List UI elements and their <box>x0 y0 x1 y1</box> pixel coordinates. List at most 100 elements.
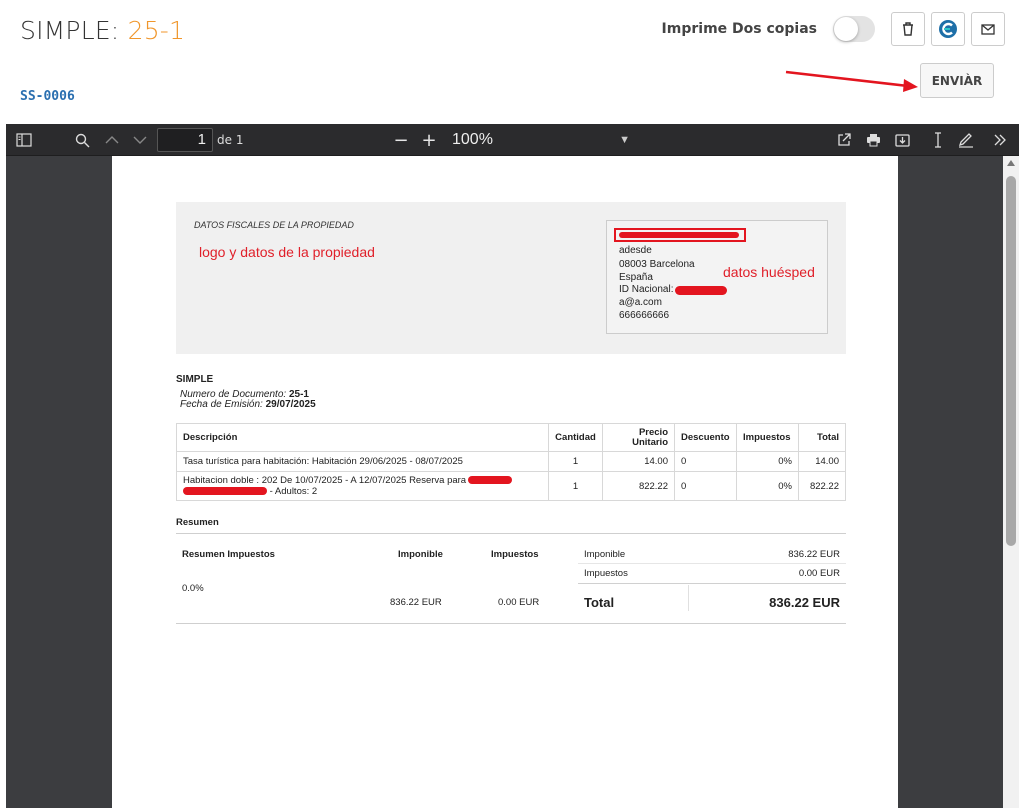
taxes-label: Impuestos <box>491 549 539 560</box>
row-unit-price: 822.22 <box>602 471 675 501</box>
fiscal-header-box: DATOS FISCALES DE LA PROPIEDAD logo y da… <box>176 202 846 354</box>
draw-tool-button[interactable] <box>954 124 978 156</box>
guest-annotation: datos huésped <box>723 264 815 280</box>
fiscal-title: DATOS FISCALES DE LA PROPIEDAD <box>194 220 354 230</box>
summary-row-divider <box>578 563 846 564</box>
print-copies-toggle[interactable] <box>833 16 875 42</box>
guest-phone: 666666666 <box>619 310 670 321</box>
delete-button[interactable] <box>891 12 925 46</box>
send-button[interactable]: ENVIÀR <box>920 63 994 98</box>
chevron-down-icon <box>133 136 147 144</box>
items-table: Descripción Cantidad Precio Unitario Desc… <box>176 423 846 501</box>
summary-divider <box>176 533 846 534</box>
printer-icon <box>866 134 880 147</box>
pen-icon <box>958 132 973 148</box>
double-chevron-right-icon <box>994 134 1006 146</box>
page-number-input[interactable]: 1 <box>157 128 213 152</box>
external-link-icon <box>838 133 851 146</box>
total-divider <box>578 583 846 584</box>
pdf-viewer: 1 de 1 − + 100% ▼ DATOS FISCALES DE LA P… <box>6 124 1019 808</box>
zoom-value: 100% <box>452 131 493 148</box>
issue-date: Fecha de Emisión: 29/07/2025 <box>180 399 316 410</box>
redaction-mark <box>675 286 727 295</box>
redaction-mark <box>468 476 513 485</box>
table-row: Tasa turística para habitación: Habitaci… <box>176 451 846 472</box>
print-copies-label: Imprime Dos copias <box>661 21 817 37</box>
pdf-viewport[interactable]: DATOS FISCALES DE LA PROPIEDAD logo y da… <box>6 156 1003 808</box>
open-external-button[interactable] <box>832 124 856 156</box>
email-button[interactable] <box>971 12 1005 46</box>
total-label: Total <box>584 595 615 610</box>
col-discount: Descuento <box>674 423 737 452</box>
text-tool-button[interactable] <box>927 124 949 156</box>
print-button[interactable] <box>861 124 885 156</box>
guest-email: a@a.com <box>619 297 662 308</box>
row-taxes: 0% <box>736 471 799 501</box>
row-description: Habitacion doble : 202 De 10/07/2025 - A… <box>176 471 549 501</box>
right-taxable-label: Imponible <box>584 549 626 560</box>
next-page-button[interactable] <box>128 124 152 156</box>
row-total: 822.22 <box>798 471 846 501</box>
row-taxes: 0% <box>736 451 799 472</box>
row-description-line2: - Adultos: 2 <box>269 486 318 497</box>
col-description: Descripción <box>176 423 549 452</box>
col-total: Total <box>798 423 846 452</box>
scroll-up-icon[interactable] <box>1007 160 1015 166</box>
taxable-value: 836.22 EUR <box>390 597 442 608</box>
guest-data-box: adesde 08003 Barcelona España ID Naciona… <box>606 220 828 334</box>
row-total: 14.00 <box>798 451 846 472</box>
sidebar-icon <box>16 133 32 147</box>
save-button[interactable] <box>890 124 914 156</box>
table-row: Habitacion doble : 202 De 10/07/2025 - A… <box>176 471 846 501</box>
brand-logo-icon <box>939 20 957 38</box>
sidebar-toggle-button[interactable] <box>10 124 38 156</box>
minus-icon: − <box>393 129 409 151</box>
issue-date-value: 29/07/2025 <box>265 399 316 410</box>
col-taxes: Impuestos <box>736 423 799 452</box>
guest-id-label: ID Nacional: <box>619 284 674 295</box>
title-number: 25-1 <box>127 16 186 45</box>
table-header-row: Descripción Cantidad Precio Unitario Desc… <box>176 423 846 452</box>
download-icon <box>894 134 910 147</box>
summary-title: Resumen <box>176 517 219 528</box>
total-separator <box>688 585 689 611</box>
taxable-label: Imponible <box>398 549 443 560</box>
col-quantity: Cantidad <box>548 423 603 452</box>
issue-date-label: Fecha de Emisión: <box>180 399 266 410</box>
row-quantity: 1 <box>548 471 603 501</box>
col-unit-price: Precio Unitario <box>602 423 675 452</box>
app-link-button[interactable] <box>931 12 965 46</box>
zoom-in-button[interactable]: + <box>418 124 440 156</box>
guest-country: España <box>619 272 653 283</box>
red-arrow-annotation <box>785 70 918 92</box>
document-code: SS-0006 <box>20 89 75 104</box>
more-tools-button[interactable] <box>988 124 1012 156</box>
title-prefix: SIMPLE: <box>20 16 128 45</box>
taxes-value: 0.00 EUR <box>498 597 540 608</box>
row-description: Tasa turística para habitación: Habitaci… <box>176 451 549 472</box>
page-title: SIMPLE: 25-1 <box>20 16 185 45</box>
redaction-mark <box>183 487 267 496</box>
envelope-icon <box>981 24 995 35</box>
row-discount: 0 <box>674 451 737 472</box>
vertical-scrollbar[interactable] <box>1003 156 1019 808</box>
plus-icon: + <box>421 129 437 151</box>
right-taxes-label: Impuestos <box>584 568 628 579</box>
toggle-knob <box>834 17 858 41</box>
zoom-out-button[interactable]: − <box>390 124 412 156</box>
redaction-mark <box>619 232 739 238</box>
search-icon <box>75 133 89 147</box>
text-cursor-icon <box>935 132 941 148</box>
previous-page-button[interactable] <box>100 124 124 156</box>
row-unit-price: 14.00 <box>602 451 675 472</box>
total-value: 836.22 EUR <box>769 595 840 610</box>
right-taxable-value: 836.22 EUR <box>788 549 840 560</box>
tax-summary-label: Resumen Impuestos <box>182 549 275 560</box>
pdf-page: DATOS FISCALES DE LA PROPIEDAD logo y da… <box>112 156 898 808</box>
bottom-divider <box>176 623 846 624</box>
page-count: de 1 <box>217 133 244 147</box>
search-button[interactable] <box>68 124 96 156</box>
scroll-thumb[interactable] <box>1006 176 1016 546</box>
zoom-select[interactable]: 100% ▼ <box>444 126 638 154</box>
logo-annotation: logo y datos de la propiedad <box>199 244 375 260</box>
